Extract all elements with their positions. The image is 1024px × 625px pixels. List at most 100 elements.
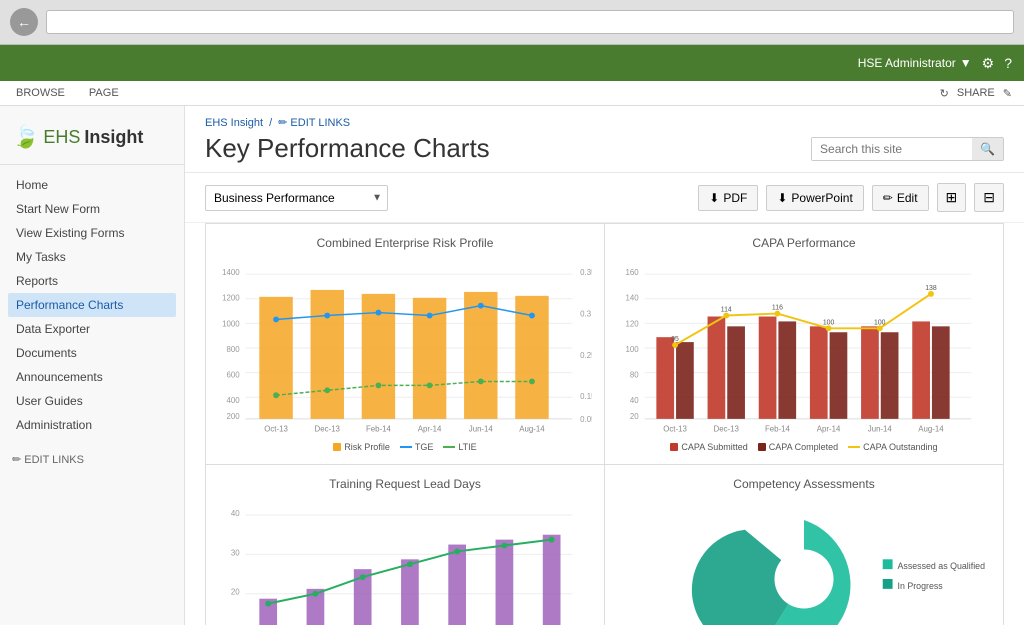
svg-text:400: 400 (227, 396, 241, 405)
toolbar-row: BROWSE PAGE ↻ SHARE ✎ (0, 81, 1024, 106)
sync-icon: ↻ (940, 87, 949, 100)
pdf-icon: ⬇ (709, 191, 719, 205)
browse-button[interactable]: BROWSE (12, 85, 69, 101)
chart2-legend: CAPA Submitted CAPA Completed CAPA Outst… (617, 442, 991, 452)
page-title-row: Key Performance Charts 🔍 (205, 133, 1004, 164)
search-input[interactable] (812, 138, 972, 160)
legend-color-completed (758, 443, 766, 451)
edit-label: Edit (897, 191, 918, 205)
edit-button[interactable]: ✏ Edit (872, 185, 929, 211)
svg-text:Apr-14: Apr-14 (418, 425, 442, 434)
legend-color-ltie (443, 446, 455, 448)
svg-text:Jun-14: Jun-14 (469, 425, 494, 434)
top-bar: HSE Administrator ▼ ⚙ ? (0, 45, 1024, 81)
pdf-button[interactable]: ⬇ PDF (698, 185, 758, 211)
svg-text:800: 800 (227, 345, 241, 354)
svg-text:Dec-13: Dec-13 (315, 425, 341, 434)
svg-text:200: 200 (227, 412, 241, 421)
logo-leaf-icon: 🍃 (12, 124, 39, 150)
breadcrumb-root[interactable]: EHS Insight (205, 117, 263, 129)
charts-grid: Combined Enterprise Risk Profile 1400 12… (205, 223, 1004, 625)
svg-text:Oct-13: Oct-13 (264, 425, 288, 434)
logo-insight: Insight (84, 127, 143, 148)
help-icon[interactable]: ? (1004, 55, 1012, 71)
pdf-label: PDF (723, 191, 747, 205)
svg-text:95: 95 (671, 336, 679, 343)
chart4-container: Assessed as Qualified In Progress (617, 499, 991, 625)
content-area: EHS Insight / ✏ EDIT LINKS Key Performan… (185, 106, 1024, 625)
chart-card-competency: Competency Assessments Ass (605, 465, 1003, 625)
search-box: 🔍 (811, 137, 1004, 161)
edit-icon[interactable]: ✎ (1003, 87, 1012, 100)
legend-ltie: LTIE (443, 442, 476, 452)
list-view-button[interactable]: ⊟ (974, 183, 1004, 212)
svg-text:30: 30 (231, 548, 240, 557)
svg-text:Feb-14: Feb-14 (366, 425, 392, 434)
sidebar-item-reports[interactable]: Reports (8, 269, 176, 293)
sidebar-item-home[interactable]: Home (8, 173, 176, 197)
sidebar-item-start-new-form[interactable]: Start New Form (8, 197, 176, 221)
gear-icon[interactable]: ⚙ (982, 55, 995, 72)
sidebar-item-administration[interactable]: Administration (8, 413, 176, 437)
sidebar-item-my-tasks[interactable]: My Tasks (8, 245, 176, 269)
legend-label-submitted: CAPA Submitted (681, 442, 747, 452)
sidebar: 🍃 EHSInsight HomeStart New FormView Exis… (0, 106, 185, 625)
sidebar-item-view-existing-forms[interactable]: View Existing Forms (8, 221, 176, 245)
legend-capa-outstanding: CAPA Outstanding (848, 442, 937, 452)
category-dropdown[interactable]: Business PerformanceSafety PerformanceEn… (205, 185, 388, 211)
chart1-container: 1400 1200 1000 800 600 400 200 0.35 0.3 … (218, 258, 592, 438)
sidebar-nav: HomeStart New FormView Existing FormsMy … (0, 173, 184, 437)
page-header: EHS Insight / ✏ EDIT LINKS Key Performan… (185, 106, 1024, 173)
legend-color-tge (400, 446, 412, 448)
svg-text:Feb-14: Feb-14 (765, 425, 791, 434)
chart4-svg: Assessed as Qualified In Progress (617, 499, 991, 625)
svg-text:Aug-14: Aug-14 (918, 425, 944, 434)
legend-risk-profile: Risk Profile (333, 442, 390, 452)
chart1-svg: 1400 1200 1000 800 600 400 200 0.35 0.3 … (218, 258, 592, 438)
sidebar-edit-links[interactable]: ✏ EDIT LINKS (0, 445, 184, 474)
svg-text:114: 114 (721, 307, 732, 314)
logo-ehs: EHS (43, 127, 80, 148)
sidebar-item-announcements[interactable]: Announcements (8, 365, 176, 389)
search-button[interactable]: 🔍 (972, 138, 1003, 160)
svg-text:120: 120 (626, 319, 640, 328)
edit-links-breadcrumb[interactable]: ✏ EDIT LINKS (278, 116, 350, 129)
svg-text:Aug-14: Aug-14 (519, 425, 545, 434)
user-menu[interactable]: HSE Administrator ▼ (858, 56, 972, 70)
chart3-title: Training Request Lead Days (218, 477, 592, 491)
svg-text:100: 100 (626, 345, 640, 354)
chart2-svg: 160 140 120 100 80 40 20 (617, 258, 991, 438)
share-label[interactable]: SHARE (957, 87, 995, 99)
grid-view-button[interactable]: ⊞ (937, 183, 967, 212)
chart-card-risk: Combined Enterprise Risk Profile 1400 12… (206, 224, 604, 464)
svg-text:1200: 1200 (222, 294, 240, 303)
powerpoint-button[interactable]: ⬇ PowerPoint (766, 185, 863, 211)
svg-text:100: 100 (823, 319, 835, 326)
back-button[interactable]: ← (10, 8, 38, 36)
svg-text:100: 100 (874, 319, 886, 326)
page-button[interactable]: PAGE (85, 85, 123, 101)
legend-label-risk: Risk Profile (344, 442, 390, 452)
browser-chrome: ← (0, 0, 1024, 45)
legend-color-outstanding (848, 446, 860, 448)
legend-label-tge: TGE (415, 442, 434, 452)
chart2-title: CAPA Performance (617, 236, 991, 250)
legend-label-outstanding: CAPA Outstanding (863, 442, 937, 452)
address-bar[interactable] (46, 10, 1014, 34)
breadcrumb-sep: / (269, 117, 272, 129)
svg-text:20: 20 (630, 412, 639, 421)
svg-text:0.35: 0.35 (580, 268, 592, 277)
user-name: HSE Administrator (858, 56, 956, 70)
chart-card-capa: CAPA Performance 160 140 120 100 80 40 2… (605, 224, 1003, 464)
legend-color-submitted (670, 443, 678, 451)
svg-text:1400: 1400 (222, 268, 240, 277)
edit-pencil-icon: ✏ (883, 191, 893, 205)
sidebar-item-user-guides[interactable]: User Guides (8, 389, 176, 413)
svg-text:Jun-14: Jun-14 (868, 425, 893, 434)
sidebar-item-documents[interactable]: Documents (8, 341, 176, 365)
legend-capa-submitted: CAPA Submitted (670, 442, 747, 452)
sidebar-item-performance-charts[interactable]: Performance Charts (8, 293, 176, 317)
breadcrumb: EHS Insight / ✏ EDIT LINKS (205, 116, 1004, 129)
svg-text:Oct-13: Oct-13 (663, 425, 687, 434)
sidebar-item-data-exporter[interactable]: Data Exporter (8, 317, 176, 341)
